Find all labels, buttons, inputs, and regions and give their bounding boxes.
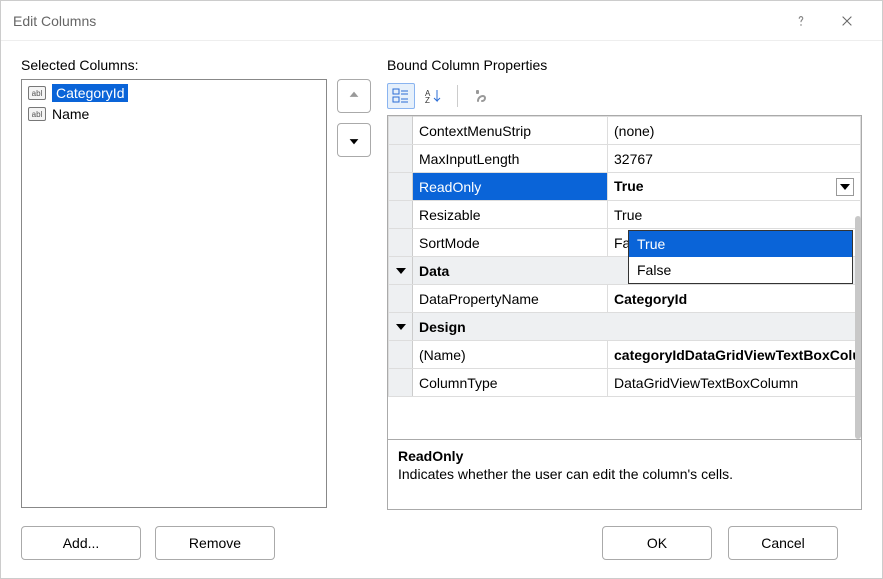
help-button[interactable] (778, 5, 824, 37)
edit-columns-dialog: Edit Columns Selected Columns: abl Categ… (0, 0, 883, 579)
selected-columns-label: Selected Columns: (21, 57, 371, 73)
textfield-icon: abl (28, 86, 46, 100)
category-name: Design (413, 313, 861, 341)
property-value[interactable]: 32767 (608, 145, 861, 173)
properties-label: Bound Column Properties (387, 57, 862, 73)
readonly-dropdown[interactable]: True False (628, 230, 853, 284)
propertygrid-toolbar: AZ (387, 79, 862, 115)
list-item-label: Name (52, 106, 89, 122)
close-button[interactable] (824, 5, 870, 37)
property-value[interactable]: True (608, 201, 861, 229)
remove-button[interactable]: Remove (155, 526, 275, 560)
chevron-down-icon[interactable] (836, 178, 854, 196)
property-value[interactable]: CategoryId (608, 285, 861, 313)
move-up-button[interactable] (337, 79, 371, 113)
bound-column-properties-panel: Bound Column Properties AZ (387, 57, 862, 578)
list-item[interactable]: abl Name (24, 104, 324, 124)
property-name: Resizable (413, 201, 608, 229)
add-button[interactable]: Add... (21, 526, 141, 560)
cancel-button[interactable]: Cancel (728, 526, 838, 560)
property-row[interactable]: DataPropertyName CategoryId (389, 285, 861, 313)
dialog-title: Edit Columns (13, 13, 778, 29)
dropdown-option[interactable]: True (629, 231, 852, 257)
textfield-icon: abl (28, 107, 46, 121)
property-grid[interactable]: ContextMenuStrip (none) MaxInputLength 3… (388, 116, 861, 439)
property-name: (Name) (413, 341, 608, 369)
property-name: ReadOnly (413, 173, 608, 201)
property-value[interactable]: True (608, 173, 861, 201)
reorder-buttons (337, 79, 371, 508)
selected-columns-panel: Selected Columns: abl CategoryId abl Nam… (21, 57, 371, 578)
toolbar-separator (457, 85, 458, 107)
property-value[interactable]: categoryIdDataGridViewTextBoxColumn (608, 341, 861, 369)
list-item[interactable]: abl CategoryId (24, 82, 324, 104)
property-value[interactable]: DataGridViewTextBoxColumn (608, 369, 861, 397)
property-name: DataPropertyName (413, 285, 608, 313)
titlebar: Edit Columns (1, 1, 882, 41)
ok-button[interactable]: OK (602, 526, 712, 560)
property-category[interactable]: Design (389, 313, 861, 341)
collapse-icon[interactable] (389, 313, 413, 341)
property-row[interactable]: MaxInputLength 32767 (389, 145, 861, 173)
list-item-label: CategoryId (52, 84, 128, 102)
dropdown-option[interactable]: False (629, 257, 852, 283)
property-pages-button[interactable] (468, 83, 496, 109)
property-name: SortMode (413, 229, 608, 257)
property-row[interactable]: ContextMenuStrip (none) (389, 117, 861, 145)
selected-columns-list[interactable]: abl CategoryId abl Name (21, 79, 327, 508)
scrollbar[interactable] (855, 216, 861, 439)
description-text: Indicates whether the user can edit the … (398, 466, 851, 482)
dialog-footer: OK Cancel (387, 510, 862, 578)
property-value[interactable]: (none) (608, 117, 861, 145)
property-row[interactable]: ColumnType DataGridViewTextBoxColumn (389, 369, 861, 397)
property-name: MaxInputLength (413, 145, 608, 173)
alphabetical-view-button[interactable]: AZ (419, 83, 447, 109)
description-panel: ReadOnly Indicates whether the user can … (388, 439, 861, 509)
property-row[interactable]: ReadOnly True (389, 173, 861, 201)
property-row[interactable]: Resizable True (389, 201, 861, 229)
property-name: ColumnType (413, 369, 608, 397)
property-name: ContextMenuStrip (413, 117, 608, 145)
categorized-view-button[interactable] (387, 83, 415, 109)
description-title: ReadOnly (398, 448, 851, 464)
move-down-button[interactable] (337, 123, 371, 157)
collapse-icon[interactable] (389, 257, 413, 285)
svg-text:Z: Z (425, 96, 430, 104)
property-row[interactable]: (Name) categoryIdDataGridViewTextBoxColu… (389, 341, 861, 369)
